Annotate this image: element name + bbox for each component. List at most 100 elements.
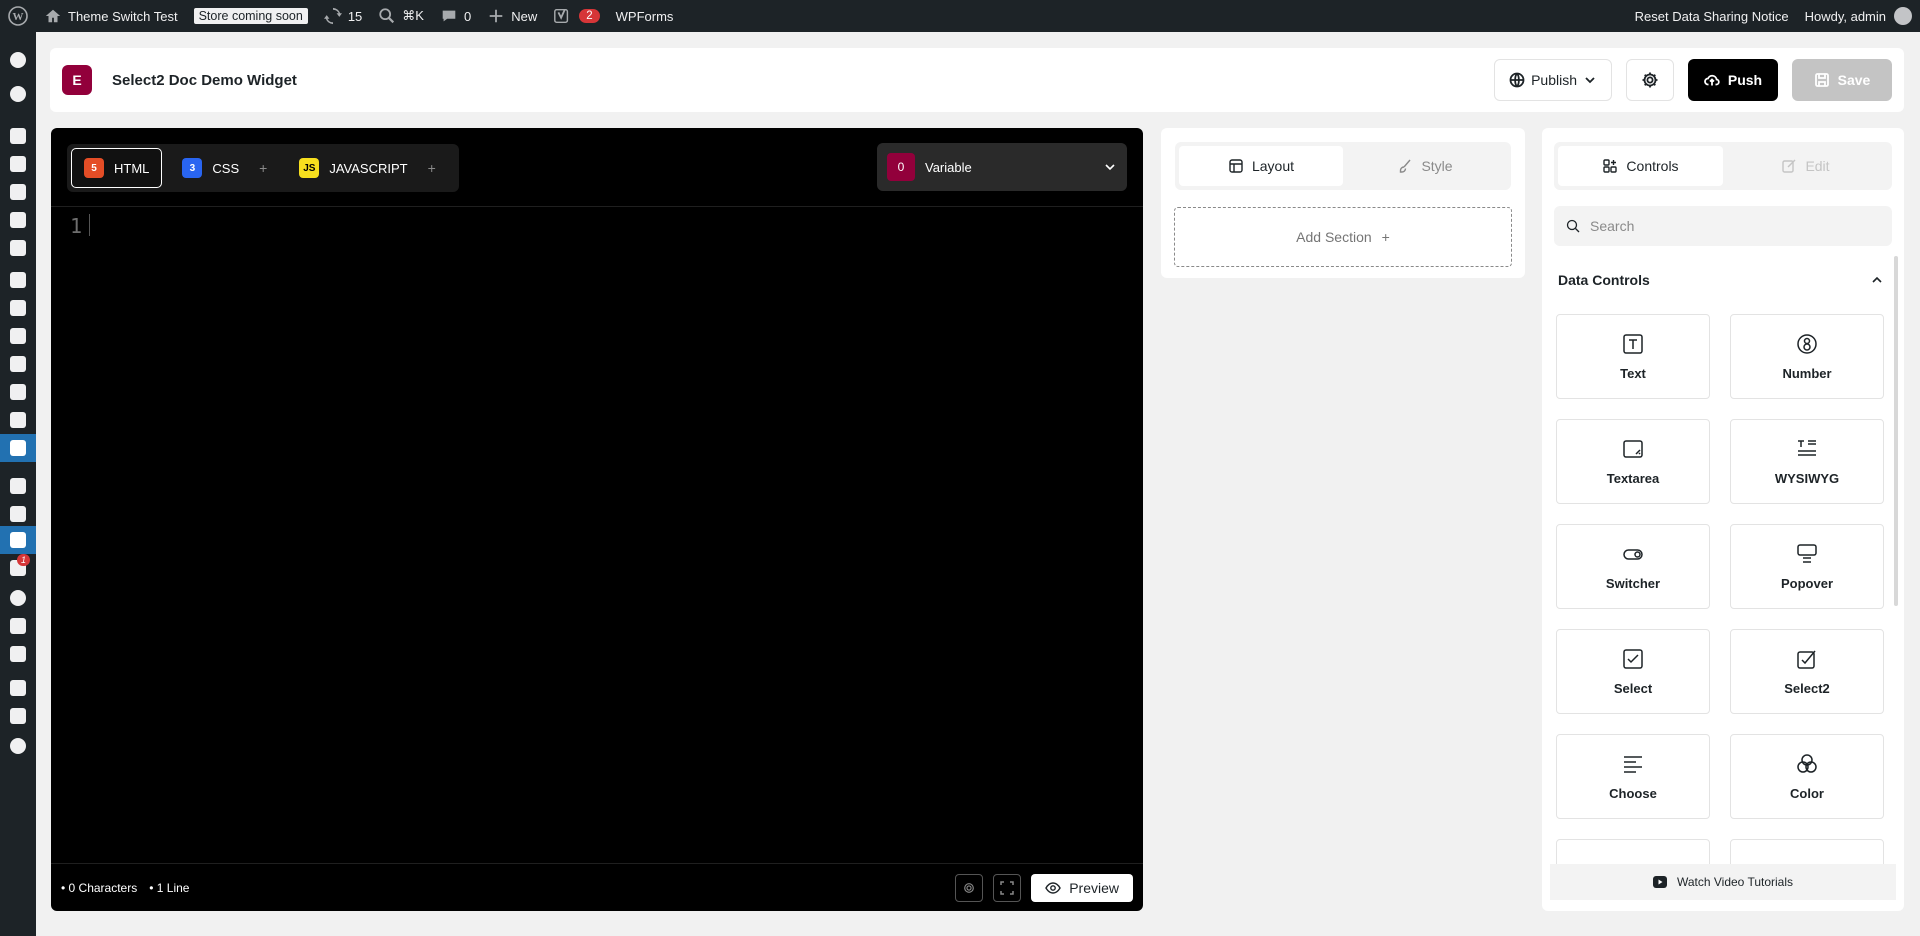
- analytics-icon[interactable]: [0, 350, 36, 378]
- store-coming-soon-badge: Store coming soon: [193, 8, 308, 24]
- controls-scrollbar[interactable]: [1894, 256, 1898, 606]
- add-section-label: Add Section: [1296, 229, 1372, 245]
- control-wysiwyg[interactable]: WYSIWYG: [1730, 419, 1884, 504]
- widget-builder-icon[interactable]: [0, 434, 36, 462]
- tab-javascript[interactable]: JS JAVASCRIPT +: [287, 148, 447, 188]
- css3-icon: 3: [182, 158, 203, 178]
- wordpress-logo-icon[interactable]: W: [0, 0, 36, 32]
- control-select[interactable]: Select: [1556, 629, 1710, 714]
- woocommerce-icon[interactable]: [0, 266, 36, 294]
- tab-controls-label: Controls: [1626, 158, 1679, 174]
- dashboard-icon[interactable]: [0, 46, 36, 74]
- posts-pin-icon[interactable]: [0, 122, 36, 150]
- control-label: Color: [1790, 786, 1824, 801]
- site-name-link[interactable]: Theme Switch Test: [36, 0, 186, 32]
- gear-icon: [1642, 72, 1658, 88]
- media-icon[interactable]: [0, 150, 36, 178]
- editor-settings-button[interactable]: [955, 873, 984, 902]
- tab-edit-label: Edit: [1805, 158, 1830, 174]
- reset-notice-label: Reset Data Sharing Notice: [1634, 8, 1789, 24]
- preview-label: Preview: [1069, 879, 1119, 896]
- yoast-menu-icon[interactable]: [0, 674, 36, 702]
- plugin-updates-icon[interactable]: 1: [0, 554, 36, 582]
- collapse-menu-icon[interactable]: [0, 732, 36, 760]
- number-icon: [1797, 334, 1817, 354]
- control-select2[interactable]: Select2: [1730, 629, 1884, 714]
- elementor-icon[interactable]: [0, 80, 36, 108]
- code-editor-panel: 5 HTML 3 CSS + JS JAVASCRIPT + 0 Variabl…: [51, 128, 1143, 911]
- tab-html[interactable]: 5 HTML: [71, 148, 163, 188]
- tab-css[interactable]: 3 CSS +: [170, 148, 279, 188]
- fullscreen-button[interactable]: [993, 873, 1022, 902]
- search-link[interactable]: ⌘K: [370, 0, 432, 32]
- cloud-upload-icon: [1704, 74, 1720, 86]
- controls-edit-tabs: Controls Edit: [1554, 142, 1892, 190]
- control-switcher[interactable]: Switcher: [1556, 524, 1710, 609]
- line-number: 1: [70, 214, 83, 238]
- admin-menu: 1: [0, 32, 36, 936]
- tab-layout[interactable]: Layout: [1179, 146, 1343, 186]
- controls-search-input[interactable]: Search: [1554, 206, 1892, 246]
- payments-icon[interactable]: [0, 322, 36, 350]
- save-button[interactable]: Save: [1792, 59, 1892, 101]
- tools-icon[interactable]: [0, 612, 36, 640]
- mail-icon[interactable]: [0, 234, 36, 262]
- tab-controls[interactable]: Controls: [1558, 146, 1723, 186]
- data-controls-header[interactable]: Data Controls: [1558, 272, 1884, 288]
- marketing-icon[interactable]: [0, 378, 36, 406]
- wpforms-menu-icon[interactable]: [0, 702, 36, 730]
- variable-count-badge: 0: [887, 153, 915, 181]
- comments-link[interactable]: 0: [432, 0, 479, 32]
- reset-data-sharing-notice-link[interactable]: Reset Data Sharing Notice: [1627, 0, 1797, 32]
- control-partial[interactable]: [1556, 839, 1710, 866]
- chevron-down-icon: [1105, 164, 1115, 171]
- textarea-icon: [1623, 440, 1643, 458]
- control-partial[interactable]: [1730, 839, 1884, 866]
- appearance-icon[interactable]: [0, 472, 36, 500]
- yoast-link[interactable]: 2: [545, 0, 607, 32]
- products-icon[interactable]: [0, 294, 36, 322]
- push-button[interactable]: Push: [1688, 59, 1778, 101]
- users-icon[interactable]: [0, 584, 36, 612]
- watch-video-tutorials-link[interactable]: Watch Video Tutorials: [1550, 864, 1896, 900]
- templates-icon[interactable]: [0, 406, 36, 434]
- howdy-label: Howdy, admin: [1804, 8, 1886, 24]
- edit-icon: [1782, 159, 1796, 173]
- code-input-area[interactable]: [89, 214, 90, 236]
- store-status[interactable]: Store coming soon: [186, 0, 316, 32]
- tab-edit[interactable]: Edit: [1723, 146, 1888, 186]
- preview-button[interactable]: Preview: [1031, 873, 1133, 902]
- control-number[interactable]: Number: [1730, 314, 1884, 399]
- add-css-plus-icon[interactable]: +: [259, 160, 267, 176]
- layout-panel: Layout Style Add Section +: [1161, 128, 1525, 278]
- control-choose[interactable]: Choose: [1556, 734, 1710, 819]
- new-content-link[interactable]: New: [479, 0, 545, 32]
- plus-icon: [489, 9, 503, 23]
- add-section-button[interactable]: Add Section +: [1174, 207, 1512, 267]
- control-color[interactable]: Color: [1730, 734, 1884, 819]
- my-account-link[interactable]: Howdy, admin: [1797, 0, 1920, 32]
- admin-bar: W Theme Switch Test Store coming soon 15…: [0, 0, 1920, 32]
- add-js-plus-icon[interactable]: +: [428, 160, 436, 176]
- settings-button[interactable]: [1626, 59, 1674, 101]
- tab-style[interactable]: Style: [1343, 146, 1507, 186]
- control-popover[interactable]: Popover: [1730, 524, 1884, 609]
- addon-icon[interactable]: [0, 526, 36, 554]
- select2-icon: [1797, 650, 1816, 669]
- control-textarea[interactable]: Textarea: [1556, 419, 1710, 504]
- variable-dropdown[interactable]: 0 Variable: [877, 143, 1127, 191]
- control-text[interactable]: Text: [1556, 314, 1710, 399]
- publish-label: Publish: [1531, 72, 1577, 88]
- pages-icon[interactable]: [0, 178, 36, 206]
- updates-link[interactable]: 15: [316, 0, 370, 32]
- site-name: Theme Switch Test: [68, 8, 178, 24]
- elementor-logo: E: [62, 65, 92, 95]
- wpforms-link[interactable]: WPForms: [608, 0, 682, 32]
- comments-icon[interactable]: [0, 206, 36, 234]
- publish-dropdown[interactable]: Publish: [1494, 59, 1612, 101]
- control-label: Textarea: [1606, 471, 1660, 486]
- search-icon: [1566, 219, 1580, 233]
- settings-icon[interactable]: [0, 640, 36, 668]
- gear-icon: [964, 882, 975, 893]
- plugins-icon[interactable]: [0, 500, 36, 528]
